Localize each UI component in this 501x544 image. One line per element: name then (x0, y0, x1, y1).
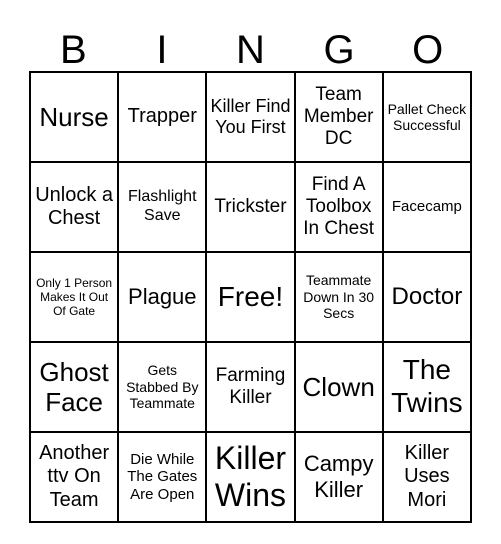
bingo-cell[interactable]: Trapper (117, 71, 208, 163)
header-letter-n: N (236, 28, 265, 72)
bingo-cell[interactable]: Free! (205, 251, 296, 343)
bingo-row: Unlock a Chest Flashlight Save Trickster Fi… (28, 161, 473, 253)
bingo-cell[interactable]: Teammate Down In 30 Secs (293, 251, 384, 343)
header-letter-o: O (412, 28, 444, 72)
bingo-cell[interactable]: Doctor (381, 251, 473, 343)
bingo-header: B I N G O (29, 28, 472, 72)
bingo-cell[interactable]: Killer Find You First (205, 71, 296, 163)
bingo-grid: Nurse Trapper Killer Find You First Team Me… (28, 71, 473, 523)
bingo-cell[interactable]: Only 1 Person Makes It Out Of Gate (28, 251, 120, 343)
bingo-cell[interactable]: Ghost Face (28, 341, 120, 433)
bingo-cell[interactable]: Die While The Gates Are Open (117, 431, 208, 523)
bingo-cell[interactable]: Facecamp (381, 161, 473, 253)
bingo-cell[interactable]: Gets Stabbed By Teammate (117, 341, 208, 433)
bingo-row: Another ttv On Team Die While The Gates A… (28, 431, 473, 523)
bingo-cell[interactable]: Killer Uses Mori (381, 431, 473, 523)
bingo-cell[interactable]: Another ttv On Team (28, 431, 120, 523)
bingo-cell[interactable]: Nurse (28, 71, 120, 163)
header-letter-i: I (156, 28, 168, 72)
bingo-row: Nurse Trapper Killer Find You First Team Me… (28, 71, 473, 163)
bingo-cell[interactable]: Pallet Check Successful (381, 71, 473, 163)
bingo-cell[interactable]: Clown (293, 341, 384, 433)
bingo-cell[interactable]: Farming Killer (205, 341, 296, 433)
bingo-row: Only 1 Person Makes It Out Of Gate Plague… (28, 251, 473, 343)
header-letter-g: G (323, 28, 355, 72)
bingo-cell[interactable]: Find A Toolbox In Chest (293, 161, 384, 253)
bingo-cell[interactable]: Plague (117, 251, 208, 343)
bingo-cell[interactable]: The Twins (381, 341, 473, 433)
bingo-cell[interactable]: Team Member DC (293, 71, 384, 163)
bingo-cell[interactable]: Flashlight Save (117, 161, 208, 253)
bingo-cell[interactable]: Campy Killer (293, 431, 384, 523)
bingo-cell[interactable]: Killer Wins (205, 431, 296, 523)
bingo-cell[interactable]: Trickster (205, 161, 296, 253)
bingo-cell[interactable]: Unlock a Chest (28, 161, 120, 253)
header-letter-b: B (59, 28, 87, 72)
bingo-row: Ghost Face Gets Stabbed By Teammate Farmin… (28, 341, 473, 433)
